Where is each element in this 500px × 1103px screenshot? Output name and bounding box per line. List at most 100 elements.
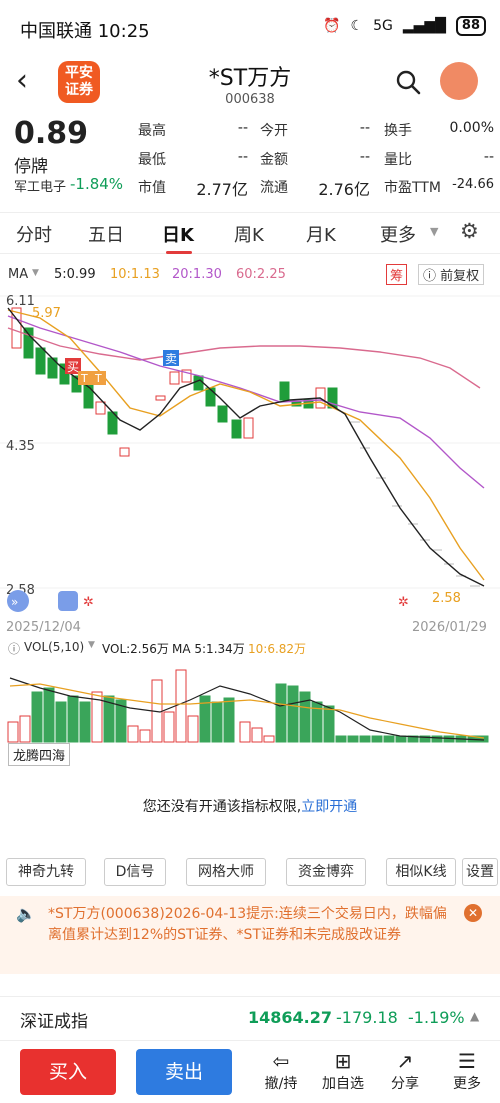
more-button[interactable]: ☰ 更多 (442, 1049, 492, 1093)
avatar[interactable] (440, 62, 478, 100)
candle (243, 417, 254, 439)
cancel-hold-label: 撤/持 (264, 1076, 298, 1092)
volume-bar (31, 691, 43, 743)
adjust-mode-label: 前复权 (440, 269, 480, 284)
ma-dropdown-icon[interactable]: ▼ (32, 268, 39, 278)
buy-signal-label: 买 (67, 360, 79, 374)
buy-button[interactable]: 买入 (20, 1049, 116, 1095)
search-icon[interactable] (394, 68, 422, 96)
field-label-float: 流通 (260, 180, 288, 196)
index-ticker[interactable]: 深证成指 14864.27 -179.18 -1.19% ▲ (0, 996, 500, 1036)
chip-settings[interactable]: 设置 (462, 858, 498, 886)
sector-name[interactable]: 军工电子 (14, 176, 66, 195)
indicator-name[interactable]: 龙腾四海 (8, 743, 71, 766)
permission-text: 您还没有开通该指标权限, (142, 799, 302, 815)
status-carrier-time: 中国联通 10:25 (20, 21, 150, 42)
tab-intraday[interactable]: 分时 (16, 221, 52, 247)
add-watchlist-label: 加自选 (322, 1076, 364, 1092)
field-value-float: 2.76亿 (318, 180, 370, 199)
candle (279, 381, 290, 401)
ma60-value: 60:2.25 (236, 267, 286, 282)
index-value: 14864.27 (248, 1008, 333, 1027)
chip-grid-master[interactable]: 网格大师 (186, 858, 266, 886)
chip-d-signal[interactable]: D信号 (104, 858, 166, 886)
volume-bar (335, 735, 347, 743)
field-label-open: 今开 (260, 123, 288, 139)
volume-bar (359, 735, 371, 743)
volume-bar (383, 735, 395, 743)
volume-bar (239, 721, 251, 743)
candle (217, 405, 228, 423)
more-label: 更多 (453, 1076, 481, 1092)
notice-text: *ST万方(000638)2026-04-13提示:连续三个交易日内，跌幅偏离值… (48, 906, 447, 943)
volume-bar (263, 735, 275, 743)
signal-icon: ▂▄▆█ (402, 18, 446, 34)
risk-notice: 🔈 *ST万方(000638)2026-04-13提示:连续三个交易日内，跌幅偏… (0, 896, 500, 974)
flower-icon-left: ✲ (83, 595, 94, 610)
chip-similar-k[interactable]: 相似K线 (386, 858, 456, 886)
app-header: ‹ 平安 证券 *ST万方 000638 (0, 52, 500, 112)
field-label-pe: 市盈TTM (384, 180, 441, 196)
sell-signal-label: 卖 (165, 352, 177, 366)
menu-icon: ☰ (458, 1049, 476, 1073)
period-tabs: 分时 五日 日K 周K 月K 更多 ▼ ⚙ (0, 212, 500, 254)
cancel-hold-button[interactable]: ⇦ 撤/持 (256, 1049, 306, 1093)
field-label-amount: 金额 (260, 152, 288, 168)
chevron-down-icon[interactable]: ▼ (430, 225, 438, 238)
moon-icon: ☾ (350, 18, 364, 34)
tab-monthly-k[interactable]: 月K (306, 221, 336, 247)
y-axis-mid-label: 4.35 (6, 439, 35, 454)
plus-icon: ⊞ (334, 1049, 352, 1073)
alarm-icon: ⏰ (323, 18, 341, 34)
candle (119, 447, 130, 457)
chip-distribution-button[interactable]: 筹 (386, 264, 408, 285)
index-change: -179.18 (336, 1008, 398, 1027)
vol-info-icon[interactable]: ⓘ (8, 640, 20, 657)
chip-capital-game[interactable]: 资金博弈 (286, 858, 366, 886)
chevron-up-icon[interactable]: ▲ (470, 1009, 479, 1023)
adjust-mode-button[interactable]: ⓘ 前复权 (418, 264, 485, 285)
activate-link[interactable]: 立即开通 (301, 799, 357, 815)
vol-indicator-label[interactable]: VOL(5,10) (24, 640, 84, 654)
volume-bar (67, 695, 79, 743)
tab-more[interactable]: 更多 (380, 221, 416, 247)
volume-bar (275, 683, 287, 743)
gear-icon[interactable]: ⚙ (460, 219, 479, 243)
vol-dropdown-icon[interactable]: ▼ (88, 640, 95, 650)
volume-bar (287, 685, 299, 743)
volume-chart[interactable] (0, 660, 500, 745)
volume-bar (347, 735, 359, 743)
volume-bar (371, 735, 383, 743)
field-value-pe: -24.66 (452, 177, 494, 192)
back-icon[interactable]: ‹ (16, 64, 46, 98)
add-watchlist-button[interactable]: ⊞ 加自选 (318, 1049, 368, 1093)
candle (169, 371, 180, 385)
tab-5day[interactable]: 五日 (88, 221, 124, 247)
close-icon[interactable]: ✕ (464, 904, 482, 922)
field-value-mktcap: 2.77亿 (196, 180, 248, 199)
broker-logo: 平安 证券 (58, 61, 100, 103)
tab-daily-k[interactable]: 日K (162, 221, 194, 247)
candle (95, 401, 106, 415)
tab-weekly-k[interactable]: 周K (234, 221, 264, 247)
candle (231, 419, 242, 439)
high-price-marker: 5.97 (32, 306, 61, 321)
sell-button[interactable]: 卖出 (136, 1049, 232, 1095)
kline-chart[interactable]: 6.11 5.97 4.35 2.58 2.58 买 卖 T T » ✲ ✲ 2… (0, 288, 500, 638)
bottom-action-bar: 买入 卖出 ⇦ 撤/持 ⊞ 加自选 ↗ 分享 ☰ 更多 (0, 1040, 500, 1103)
candle (205, 387, 216, 407)
volume-bar (139, 729, 151, 743)
share-label: 分享 (391, 1076, 419, 1092)
share-button[interactable]: ↗ 分享 (380, 1049, 430, 1093)
chip-nine-turns[interactable]: 神奇九转 (6, 858, 86, 886)
volume-bar (19, 715, 31, 743)
status-icons: ⏰ ☾ 5G ▂▄▆█ 88 (323, 16, 486, 36)
permission-notice: 您还没有开通该指标权限,立即开通 (0, 796, 500, 816)
fullscreen-icon[interactable] (58, 591, 78, 611)
volume-bar (187, 715, 199, 743)
volume-legend: ⓘ VOL(5,10) ▼ VOL:2.56万 MA 5:1.34万 10:6.… (0, 637, 500, 659)
candle (193, 375, 204, 391)
t-signal-label-2: T (94, 372, 102, 385)
ma-label[interactable]: MA (8, 267, 28, 282)
field-label-low: 最低 (138, 152, 166, 168)
